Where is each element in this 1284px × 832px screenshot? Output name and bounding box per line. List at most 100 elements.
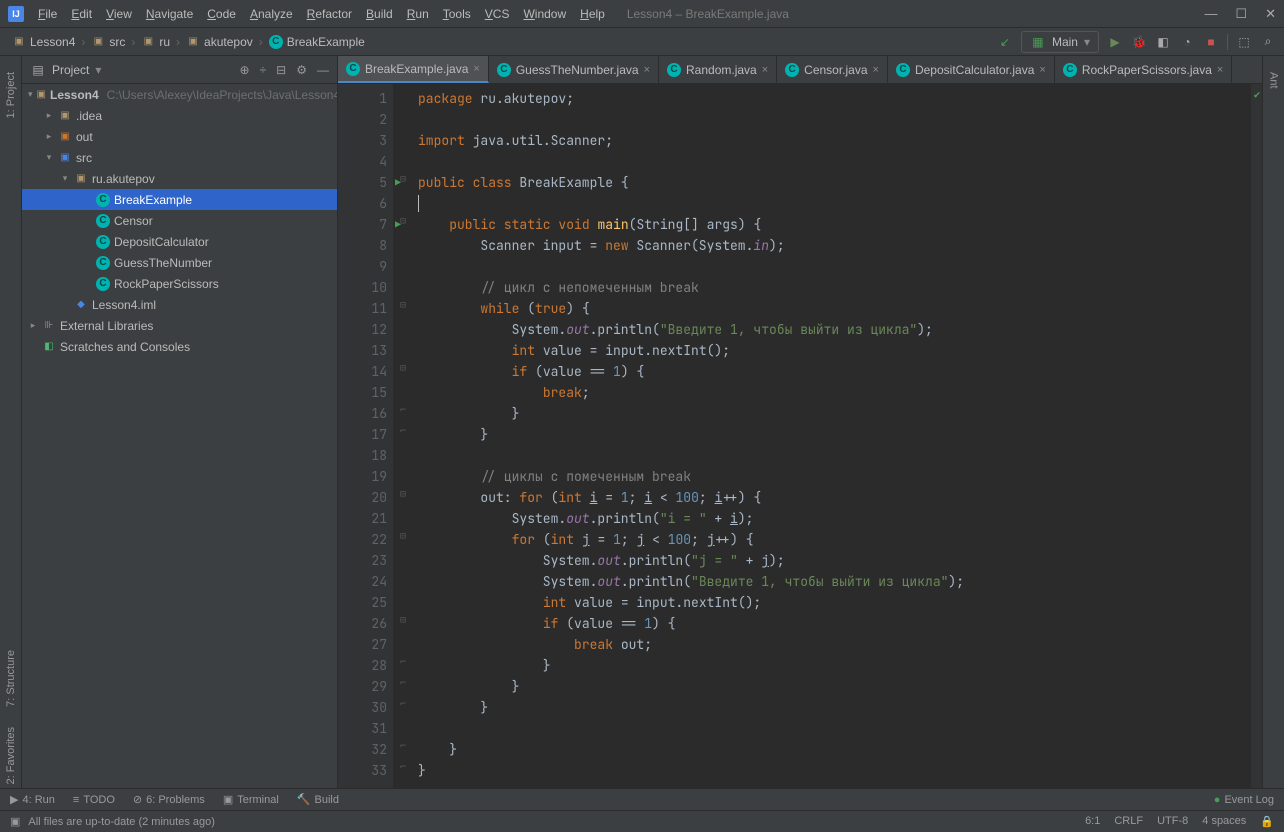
code-line[interactable]: }: [418, 760, 1250, 781]
build-arrow-icon[interactable]: ↙: [997, 34, 1013, 50]
close-tab-icon[interactable]: ×: [873, 64, 879, 76]
line-number[interactable]: 2: [338, 109, 387, 130]
code-line[interactable]: [418, 151, 1250, 172]
menu-refactor[interactable]: Refactor: [301, 5, 358, 23]
run-icon[interactable]: ▶: [1107, 34, 1123, 50]
breadcrumb-item[interactable]: ▣akutepov: [182, 35, 257, 49]
code-line[interactable]: System.out.println("i = " + i);: [418, 508, 1250, 529]
code-line[interactable]: [418, 718, 1250, 739]
menu-run[interactable]: Run: [401, 5, 435, 23]
breadcrumb-item[interactable]: ▣Lesson4: [8, 35, 79, 49]
line-number[interactable]: 4: [338, 151, 387, 172]
code-line[interactable]: }: [418, 739, 1250, 760]
line-number[interactable]: 26: [338, 613, 387, 634]
code-line[interactable]: out: for (int i = 1; i < 100; i++) {: [418, 487, 1250, 508]
breadcrumb-item[interactable]: ▣ru: [137, 35, 174, 49]
tree-class-rockpaperscissors[interactable]: CRockPaperScissors: [22, 273, 337, 294]
menu-analyze[interactable]: Analyze: [244, 5, 299, 23]
code-line[interactable]: [418, 193, 1250, 214]
line-number[interactable]: 31: [338, 718, 387, 739]
menu-file[interactable]: File: [32, 5, 63, 23]
tree-class-guessthenumber[interactable]: CGuessTheNumber: [22, 252, 337, 273]
hide-icon[interactable]: ―: [317, 63, 329, 77]
close-tab-icon[interactable]: ×: [473, 63, 479, 75]
line-number[interactable]: 18: [338, 445, 387, 466]
favorites-tool-button[interactable]: 2: Favorites: [5, 723, 17, 788]
code-line[interactable]: import java.util.Scanner;: [418, 130, 1250, 151]
fold-marker[interactable]: ⊟: [394, 609, 412, 630]
line-number[interactable]: 13: [338, 340, 387, 361]
tool-run[interactable]: ▶4: Run: [10, 793, 55, 806]
code-line[interactable]: int value = input.nextInt();: [418, 340, 1250, 361]
tab-rockpaperscissors[interactable]: CRockPaperScissors.java×: [1055, 56, 1233, 83]
line-number[interactable]: 21: [338, 508, 387, 529]
code-line[interactable]: System.out.println("j = " + j);: [418, 550, 1250, 571]
line-number[interactable]: 17: [338, 424, 387, 445]
code-line[interactable]: }: [418, 403, 1250, 424]
line-number[interactable]: 11: [338, 298, 387, 319]
code-line[interactable]: for (int j = 1; j < 100; j++) {: [418, 529, 1250, 550]
line-number[interactable]: 3: [338, 130, 387, 151]
tree-class-depositcalculator[interactable]: CDepositCalculator: [22, 231, 337, 252]
line-number[interactable]: 10: [338, 277, 387, 298]
structure-tool-button[interactable]: 7: Structure: [5, 646, 17, 711]
profile-icon[interactable]: ◔: [1179, 34, 1195, 50]
code-line[interactable]: }: [418, 424, 1250, 445]
line-number[interactable]: 25: [338, 592, 387, 613]
code-line[interactable]: }: [418, 655, 1250, 676]
line-number[interactable]: 14: [338, 361, 387, 382]
menu-code[interactable]: Code: [201, 5, 242, 23]
close-tab-icon[interactable]: ×: [762, 64, 768, 76]
tab-censor[interactable]: CCensor.java×: [777, 56, 888, 83]
code-line[interactable]: [418, 109, 1250, 130]
line-number[interactable]: 7: [338, 214, 387, 235]
fold-marker[interactable]: ⊟: [394, 525, 412, 546]
search-everywhere-icon[interactable]: ⌕: [1260, 34, 1276, 50]
line-number[interactable]: 22: [338, 529, 387, 550]
run-config-selector[interactable]: ▦ Main ▾: [1021, 31, 1099, 53]
code-line[interactable]: System.out.println("Введите 1, чтобы вый…: [418, 319, 1250, 340]
line-number[interactable]: 27: [338, 634, 387, 655]
code-line[interactable]: package ru.akutepov;: [418, 88, 1250, 109]
menu-window[interactable]: Window: [517, 5, 572, 23]
code-line[interactable]: int value = input.nextInt();: [418, 592, 1250, 613]
tree-out[interactable]: ▸▣out: [22, 126, 337, 147]
line-number[interactable]: 30: [338, 697, 387, 718]
menu-help[interactable]: Help: [574, 5, 611, 23]
tree-ext-libs[interactable]: ▸⊪External Libraries: [22, 315, 337, 336]
code-line[interactable]: public static void main(String[] args) {: [418, 214, 1250, 235]
tab-breakexample[interactable]: CBreakExample.java×: [338, 56, 489, 83]
tab-guessthenumber[interactable]: CGuessTheNumber.java×: [489, 56, 659, 83]
tab-random[interactable]: CRandom.java×: [659, 56, 777, 83]
close-tab-icon[interactable]: ×: [1217, 64, 1223, 76]
readonly-lock-icon[interactable]: 🔒: [1260, 815, 1274, 828]
breadcrumb-item[interactable]: CBreakExample: [265, 35, 369, 49]
line-number[interactable]: 24: [338, 571, 387, 592]
coverage-icon[interactable]: ◧: [1155, 34, 1171, 50]
menu-navigate[interactable]: Navigate: [140, 5, 199, 23]
tree-package[interactable]: ▾▣ru.akutepov: [22, 168, 337, 189]
tab-depositcalculator[interactable]: CDepositCalculator.java×: [888, 56, 1055, 83]
tool-window-quick-icon[interactable]: ▣: [10, 815, 20, 828]
code-line[interactable]: [418, 445, 1250, 466]
line-number[interactable]: 16: [338, 403, 387, 424]
gear-icon[interactable]: ⚙: [296, 63, 307, 77]
chevron-down-icon[interactable]: ▾: [95, 63, 101, 77]
tree-src[interactable]: ▾▣src: [22, 147, 337, 168]
code-line[interactable]: while (true) {: [418, 298, 1250, 319]
line-number[interactable]: 20: [338, 487, 387, 508]
tool-todo[interactable]: ≡TODO: [73, 793, 115, 806]
menu-tools[interactable]: Tools: [437, 5, 477, 23]
code-line[interactable]: break out;: [418, 634, 1250, 655]
caret-position[interactable]: 6:1: [1085, 815, 1100, 828]
update-icon[interactable]: ⬚: [1236, 34, 1252, 50]
code-line[interactable]: if (value == 1) {: [418, 361, 1250, 382]
code-line[interactable]: }: [418, 676, 1250, 697]
close-tab-icon[interactable]: ×: [1039, 64, 1045, 76]
tool-build[interactable]: 🔨Build: [297, 793, 339, 806]
tool-problems[interactable]: ⊘6: Problems: [133, 793, 205, 806]
code-line[interactable]: [418, 256, 1250, 277]
ant-tool-button[interactable]: Ant: [1268, 68, 1280, 93]
line-number[interactable]: 15: [338, 382, 387, 403]
line-number[interactable]: 33: [338, 760, 387, 781]
